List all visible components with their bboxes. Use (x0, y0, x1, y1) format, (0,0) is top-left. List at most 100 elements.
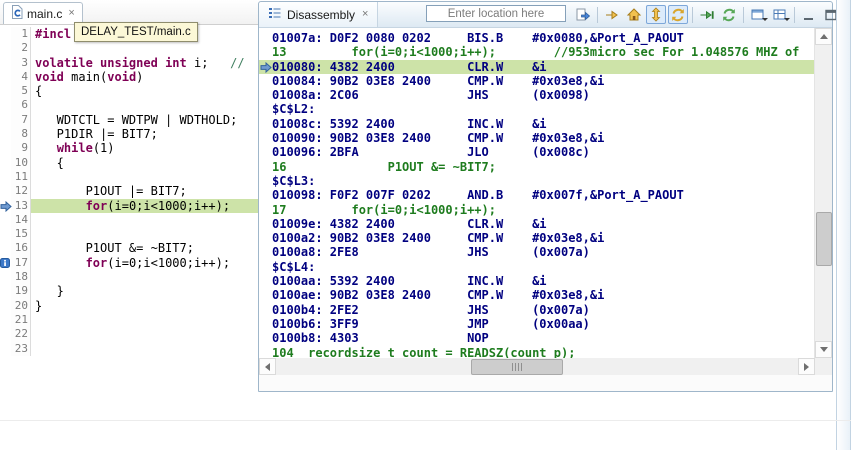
auto-sync-icon[interactable] (668, 5, 688, 24)
code-line: { (35, 84, 43, 99)
lock-scroll-icon[interactable] (646, 5, 666, 24)
line-number: 7 (11, 112, 31, 128)
toolbar-separator (692, 6, 693, 23)
home-icon[interactable] (624, 5, 644, 24)
gutter-marker-space (0, 241, 11, 255)
editor-line[interactable]: 21 (0, 312, 258, 328)
editor-line[interactable]: 23 (0, 341, 258, 356)
minimize-icon[interactable] (799, 5, 819, 24)
instruction-text: 0100a2: 90B2 03E8 2400 CMP.W #0x03e8,&i (272, 231, 605, 246)
disassembly-row-instr[interactable]: 010090: 90B2 03E8 2400 CMP.W #0x03e8,&i (259, 131, 815, 145)
disassembly-margin (259, 45, 272, 59)
memory-config-icon[interactable] (748, 5, 768, 24)
disassembly-margin (259, 160, 272, 174)
editor-line[interactable]: 22 (0, 327, 258, 342)
vertical-scrollbar-thumb[interactable] (816, 212, 832, 266)
instruction-text: 01008c: 5392 2400 INC.W &i (272, 116, 547, 131)
disassembly-row-instr[interactable]: 01009e: 4382 2400 CLR.W &i (259, 217, 815, 231)
disassembly-row-instr[interactable]: 0100b6: 3FF9 JMP (0x00aa) (259, 317, 815, 331)
disassembly-row-instr[interactable]: 01008c: 5392 2400 INC.W &i (259, 117, 815, 131)
vertical-scrollbar[interactable] (814, 28, 832, 358)
disassembly-row-instr[interactable]: 0100a8: 2FE8 JHS (0x007a) (259, 245, 815, 259)
location-input[interactable] (426, 5, 566, 22)
disassembly-margin (259, 31, 272, 45)
gutter-marker-space (0, 327, 11, 341)
asm-label-text: $C$L3: (272, 173, 316, 188)
disassembly-row-instr[interactable]: 010080: 4382 2400 CLR.W &i (259, 59, 815, 74)
instruction-text: 010080: 4382 2400 CLR.W &i (272, 59, 547, 74)
show-location-icon[interactable] (573, 5, 593, 24)
line-number: 8 (11, 127, 31, 142)
disassembly-row-instr[interactable]: 0100ae: 90B2 03E8 2400 CMP.W #0x03e8,&i (259, 288, 815, 302)
editor-line[interactable]: 11 (0, 169, 258, 185)
editor-line[interactable]: 7 WDTCTL = WDTPW | WDTHOLD; (0, 112, 258, 128)
disassembly-row-label[interactable]: $C$L4: (259, 260, 815, 274)
disassembly-row-src[interactable]: 13 for(i=0;i<1000;i++); //953micro sec F… (259, 45, 815, 59)
editor-line[interactable]: 15 (0, 227, 258, 242)
editor-line[interactable]: 5{ (0, 84, 258, 99)
editor-tab-close-icon[interactable]: × (68, 8, 74, 19)
disassembly-row-instr[interactable]: 01008a: 2C06 JHS (0x0098) (259, 88, 815, 102)
horizontal-scrollbar[interactable] (259, 358, 832, 375)
editor-line[interactable]: 8 P1DIR |= BIT7; (0, 127, 258, 142)
editor-line[interactable]: 18 (0, 270, 258, 285)
editor-line[interactable]: 10 { (0, 155, 258, 170)
editor-line[interactable]: 13 for(i=0;i<1000;i++); (0, 198, 258, 213)
step-over-icon[interactable] (697, 5, 717, 24)
go-to-pc-icon[interactable] (602, 5, 622, 24)
refresh-icon[interactable] (719, 5, 739, 24)
display-options-icon[interactable] (770, 5, 790, 24)
scroll-left-button[interactable] (259, 358, 276, 375)
scroll-down-button[interactable] (815, 341, 832, 358)
editor-line[interactable]: 16 P1OUT &= ~BIT7; (0, 241, 258, 256)
disassembly-row-instr[interactable]: 01007a: D0F2 0080 0202 BIS.B #0x0080,&Po… (259, 31, 815, 45)
disassembly-row-instr[interactable]: 010098: F0F2 007F 0202 AND.B #0x007f,&Po… (259, 188, 815, 202)
editor-line[interactable]: 4 void main(void) (0, 69, 258, 85)
code-line: WDTCTL = WDTPW | WDTHOLD; (35, 112, 238, 127)
disassembly-row-instr[interactable]: 0100b4: 2FE2 JHS (0x007a) (259, 303, 815, 317)
disassembly-margin (259, 303, 272, 317)
disassembly-row-src[interactable]: 17 for(i=0;i<1000;i++); (259, 203, 815, 217)
editor-line[interactable]: 12 P1OUT |= BIT7; (0, 184, 258, 199)
disassembly-row-instr[interactable]: 010084: 90B2 03E8 2400 CMP.W #0x03e8,&i (259, 74, 815, 88)
editor-line[interactable]: 2 (0, 41, 258, 56)
editor-line[interactable]: 19 } (0, 284, 258, 299)
editor-line[interactable]: 3 volatile unsigned int i; // (0, 55, 258, 70)
current-pc-arrow-icon (259, 60, 272, 74)
disassembly-body[interactable]: 01007a: D0F2 0080 0202 BIS.B #0x0080,&Po… (259, 28, 815, 361)
disassembly-row-instr[interactable]: 0100b8: 4303 NOP (259, 331, 815, 345)
disassembly-row-src[interactable]: 16 P1OUT &= ~BIT7; (259, 160, 815, 174)
editor-line[interactable]: 20} (0, 298, 258, 313)
disassembly-header: Disassembly × (259, 2, 837, 28)
disassembly-row-label[interactable]: $C$L2: (259, 102, 815, 116)
disassembly-row-label[interactable]: $C$L3: (259, 174, 815, 188)
editor-code-area[interactable]: 1 #incl 2 3 volatile unsigned int i; //4 void… (0, 25, 258, 450)
line-number: 4 (11, 69, 31, 85)
gutter-marker-space (0, 342, 11, 356)
disassembly-tab-close-icon[interactable]: × (362, 9, 368, 20)
editor-tab-main-c[interactable]: main.c × (3, 2, 83, 24)
disassembly-tab[interactable]: Disassembly × (259, 2, 379, 27)
line-number: 13 (11, 198, 31, 213)
editor-line[interactable]: 17 for(i=0;i<1000;i++); (0, 255, 258, 271)
editor-line[interactable]: 14 (0, 212, 258, 228)
line-number: 23 (11, 341, 31, 356)
scroll-right-button[interactable] (798, 358, 815, 375)
instruction-text: 01009e: 4382 2400 CLR.W &i (272, 216, 547, 231)
asm-label-text: $C$L4: (272, 259, 316, 274)
collapsed-view-strip[interactable] (836, 0, 851, 450)
disassembly-row-instr[interactable]: 010096: 2BFA JLO (0x008c) (259, 145, 815, 159)
disassembly-margin (259, 74, 272, 88)
editor-line[interactable]: 9 while(1) (0, 141, 258, 156)
code-line: { (35, 155, 64, 170)
disassembly-row-instr[interactable]: 0100aa: 5392 2400 INC.W &i (259, 274, 815, 288)
disassembly-row-instr[interactable]: 0100a2: 90B2 03E8 2400 CMP.W #0x03e8,&i (259, 231, 815, 245)
horizontal-scrollbar-thumb[interactable] (471, 359, 563, 375)
editor-line[interactable]: 6 (0, 98, 258, 113)
disassembly-margin (259, 274, 272, 288)
instruction-text: 010098: F0F2 007F 0202 AND.B #0x007f,&Po… (272, 188, 684, 203)
line-number: 5 (11, 84, 31, 99)
scroll-up-button[interactable] (815, 28, 832, 45)
